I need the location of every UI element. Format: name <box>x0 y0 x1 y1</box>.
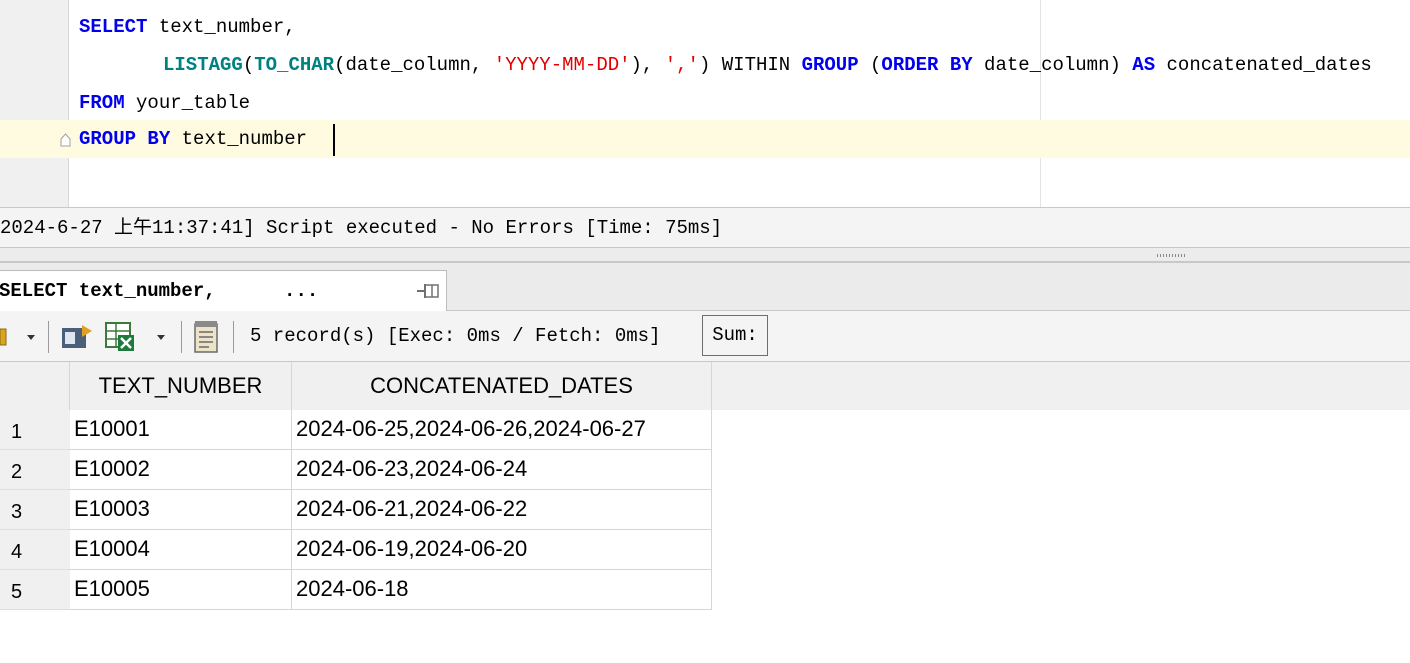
function-to-char: TO_CHAR <box>254 54 335 76</box>
toolbar-separator <box>181 321 182 353</box>
excel-icon[interactable] <box>104 321 136 353</box>
function-listagg: LISTAGG <box>163 54 243 76</box>
result-grid[interactable]: TEXT_NUMBER CONCATENATED_DATES 1 E10001 … <box>0 362 1410 663</box>
keyword-by: BY <box>147 128 171 150</box>
code-text: text_number, <box>147 16 296 38</box>
keyword-select: SELECT <box>79 16 148 38</box>
dropdown-arrow-icon[interactable] <box>155 333 167 341</box>
toolbar-separator <box>48 321 49 353</box>
code-text: your_table <box>124 92 251 114</box>
code-text: date_column) <box>972 54 1133 76</box>
row-number[interactable]: 4 <box>0 530 70 570</box>
code-text: concatenated_dates <box>1155 54 1372 76</box>
code-text: text_number <box>170 128 308 150</box>
result-tab-label: SELECT text_number, ... <box>0 280 319 302</box>
cell-text-number[interactable]: E10001 <box>70 410 292 450</box>
keyword-from: FROM <box>79 92 125 114</box>
code-text: (date_column, <box>334 54 494 76</box>
column-header-concatenated-dates[interactable]: CONCATENATED_DATES <box>292 362 712 410</box>
keyword-order: ORDER <box>881 54 939 76</box>
keyword-as: AS <box>1132 54 1156 76</box>
code-line-4-current[interactable]: GROUP BY text_number <box>0 120 1410 158</box>
pin-icon[interactable] <box>415 283 441 301</box>
code-text: ) WITHIN <box>698 54 802 76</box>
execution-status-bar: 2024-6-27 上午11:37:41] Script executed - … <box>0 207 1410 248</box>
row-number[interactable]: 1 <box>0 410 70 450</box>
code-line-2[interactable]: LISTAGG(TO_CHAR(date_column, 'YYYY-MM-DD… <box>0 46 1410 84</box>
pane-splitter[interactable] <box>0 248 1410 263</box>
record-count-info: 5 record(s) [Exec: 0ms / Fetch: 0ms] <box>250 325 661 347</box>
cell-text-number[interactable]: E10004 <box>70 530 292 570</box>
cell-concatenated-dates[interactable]: 2024-06-19,2024-06-20 <box>292 530 712 570</box>
cell-concatenated-dates[interactable]: 2024-06-21,2024-06-22 <box>292 490 712 530</box>
string-literal-delimiter: ',' <box>664 54 699 76</box>
keyword-group: GROUP <box>801 54 859 76</box>
status-message: 2024-6-27 上午11:37:41] Script executed - … <box>0 217 723 239</box>
cell-concatenated-dates[interactable]: 2024-06-18 <box>292 570 712 610</box>
code-line-1[interactable]: SELECT text_number, <box>0 8 1410 46</box>
cell-text-number[interactable]: E10003 <box>70 490 292 530</box>
result-tab-strip: SELECT text_number, ... <box>0 263 1410 311</box>
cell-concatenated-dates[interactable]: 2024-06-25,2024-06-26,2024-06-27 <box>292 410 712 450</box>
code-text: ), <box>630 54 665 76</box>
string-literal-format: 'YYYY-MM-DD' <box>493 54 631 76</box>
lock-icon[interactable] <box>0 327 8 347</box>
keyword-by: BY <box>949 54 973 76</box>
toolbar-separator <box>233 321 234 353</box>
row-number[interactable]: 5 <box>0 570 70 610</box>
row-number-header[interactable] <box>0 362 70 410</box>
dropdown-arrow-icon[interactable] <box>25 333 37 341</box>
sql-editor[interactable]: SELECT text_number, LISTAGG(TO_CHAR(date… <box>0 0 1410 207</box>
row-number[interactable]: 3 <box>0 490 70 530</box>
code-text: ( <box>858 54 882 76</box>
fold-marker-icon[interactable] <box>60 133 71 147</box>
cell-text-number[interactable]: E10005 <box>70 570 292 610</box>
result-tab[interactable]: SELECT text_number, ... <box>0 270 447 311</box>
splitter-grip-icon[interactable] <box>1157 254 1187 257</box>
row-number[interactable]: 2 <box>0 450 70 490</box>
sum-field: Sum: <box>702 315 768 356</box>
code-text: ( <box>242 54 255 76</box>
keyword-group: GROUP <box>79 128 137 150</box>
notepad-icon[interactable] <box>192 320 220 354</box>
code-line-3[interactable]: FROM your_table <box>0 84 1410 122</box>
result-toolbar: 5 record(s) [Exec: 0ms / Fetch: 0ms] Sum… <box>0 311 1410 362</box>
cell-concatenated-dates[interactable]: 2024-06-23,2024-06-24 <box>292 450 712 490</box>
column-header-text-number[interactable]: TEXT_NUMBER <box>70 362 292 410</box>
export-icon[interactable] <box>60 322 94 352</box>
text-cursor <box>333 124 335 156</box>
cell-text-number[interactable]: E10002 <box>70 450 292 490</box>
